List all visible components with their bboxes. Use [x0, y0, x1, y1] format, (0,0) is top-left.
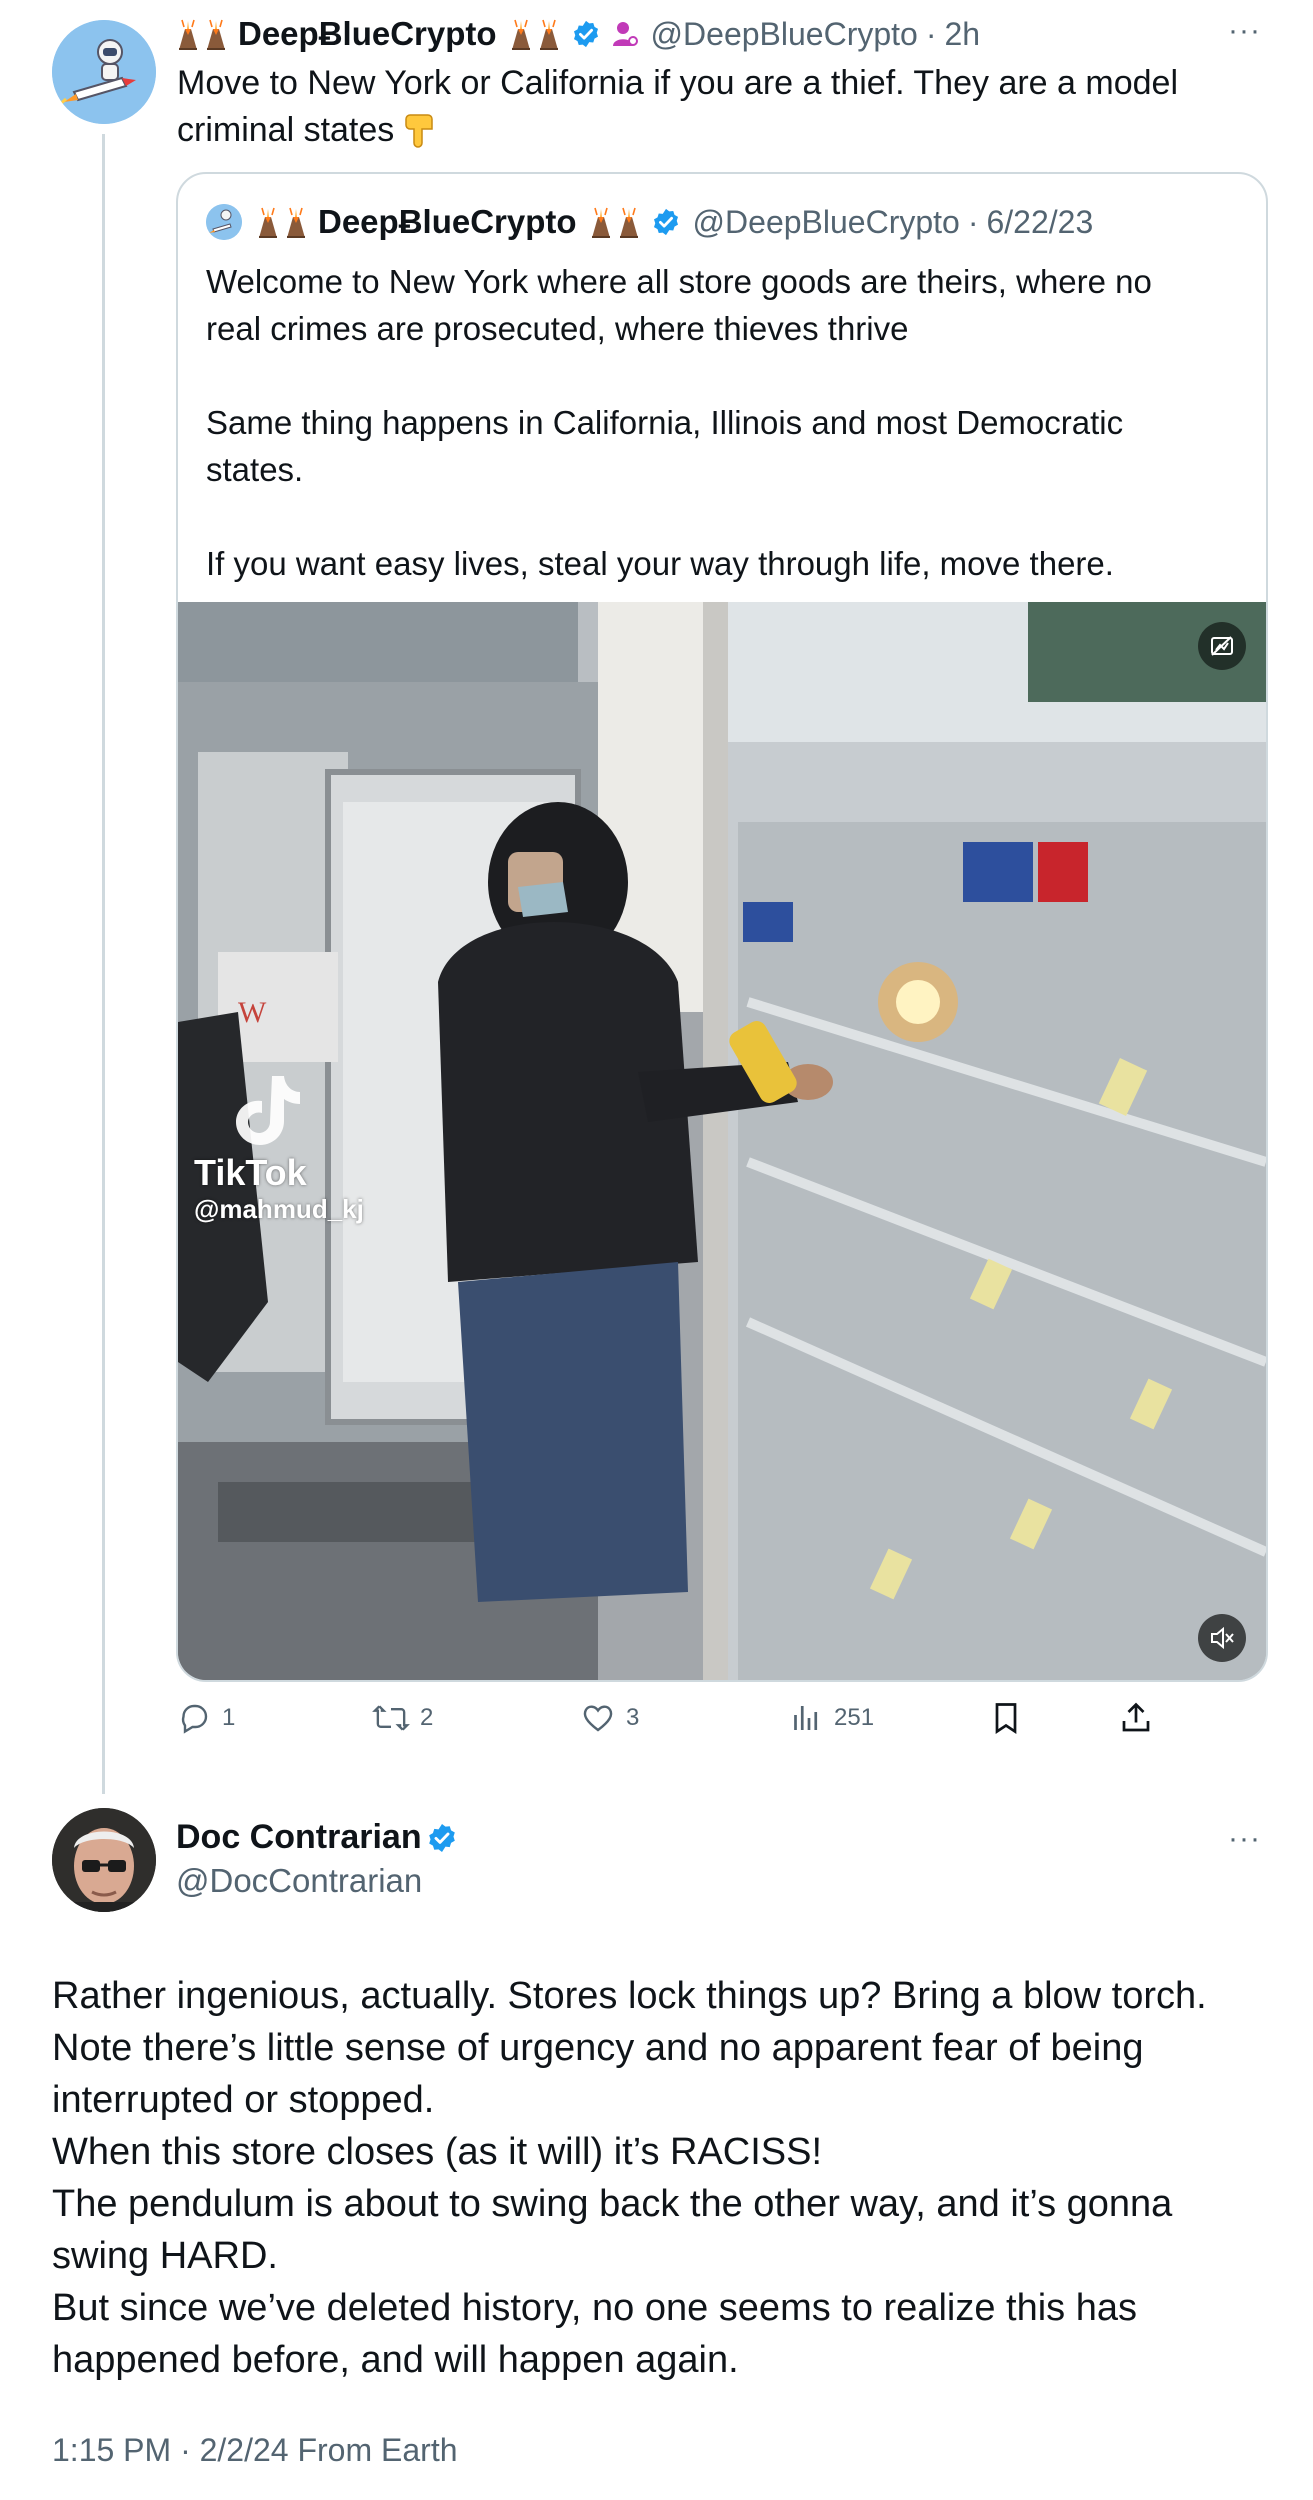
separator-dot: ·	[925, 15, 937, 52]
svg-text:W: W	[238, 996, 267, 1029]
tiktok-logo-icon	[236, 1076, 300, 1145]
volcano-icon	[617, 205, 641, 239]
volcano-icon	[256, 205, 280, 239]
tweet-timestamp[interactable]: 1:15 PM · 2/2/24 From Earth	[52, 2432, 458, 2469]
main-text-line: interrupted or stopped.	[52, 2079, 435, 2121]
quoted-avatar[interactable]	[206, 204, 242, 240]
astronaut-rocket-icon	[52, 20, 156, 124]
quoted-tweet-card[interactable]: DeepɃlueCrypto @DeepBlueCrypto · 6/22/23…	[176, 172, 1268, 1682]
main-text-line: When this store closes (as it will) it’s…	[52, 2131, 823, 2173]
volcano-icon	[176, 17, 200, 51]
quoted-text-line: Same thing happens in California, Illino…	[206, 404, 1124, 441]
volcano-icon	[204, 17, 228, 51]
reply-button[interactable]: 1	[176, 1700, 235, 1736]
more-options-icon[interactable]: ···	[1228, 14, 1261, 48]
quoted-text-line: Welcome to New York where all store good…	[206, 263, 1152, 300]
main-text-line: But since we’ve deleted history, no one …	[52, 2287, 1137, 2329]
quoted-header: DeepɃlueCrypto @DeepBlueCrypto · 6/22/23	[206, 200, 1093, 244]
thread-line	[102, 134, 105, 1794]
parent-display-name[interactable]: DeepɃlueCrypto	[238, 15, 497, 53]
bookmark-icon	[995, 1703, 1017, 1735]
quoted-display-name[interactable]: DeepɃlueCrypto	[318, 203, 577, 241]
profile-photo-icon	[52, 1808, 156, 1912]
quoted-tweet-text: Welcome to New York where all store good…	[206, 258, 1246, 587]
main-avatar[interactable]	[52, 1808, 156, 1912]
quoted-text-line: If you want easy lives, steal your way t…	[206, 545, 1114, 582]
verified-badge-icon[interactable]	[651, 207, 681, 237]
bookmark-button[interactable]	[988, 1700, 1024, 1736]
astronaut-rocket-icon	[206, 204, 242, 240]
image-options-icon[interactable]	[1198, 622, 1246, 670]
separator-dot: ·	[967, 203, 979, 240]
reply-icon	[181, 1704, 208, 1734]
main-text-line: swing HARD.	[52, 2235, 278, 2277]
like-count: 3	[626, 1704, 640, 1731]
tiktok-handle: @mahmud_kj	[194, 1194, 364, 1224]
mute-button[interactable]	[1198, 1614, 1246, 1662]
quoted-text-line: real crimes are prosecuted, where thieve…	[206, 310, 909, 347]
parent-header: DeepɃlueCrypto @DeepBlueCrypto · 2h	[176, 12, 980, 56]
verified-badge-icon[interactable]	[571, 19, 601, 49]
share-icon	[1122, 1702, 1150, 1732]
muted-speaker-icon	[1211, 1626, 1234, 1650]
more-options-icon[interactable]: ···	[1228, 1822, 1261, 1856]
repost-icon	[372, 1705, 410, 1731]
action-bar: 1 2 3 251	[176, 1700, 1176, 1750]
tiktok-brand: TikTok	[194, 1152, 307, 1193]
quoted-text-line: states.	[206, 451, 304, 488]
parent-text-line2: criminal states	[177, 111, 395, 149]
main-text-line: Rather ingenious, actually. Stores lock …	[52, 1975, 1207, 2017]
volcano-icon	[537, 17, 561, 51]
parent-tweet-text: Move to New York or California if you ar…	[177, 60, 1287, 154]
main-text-line: The pendulum is about to swing back the …	[52, 2183, 1173, 2225]
share-button[interactable]	[1118, 1700, 1154, 1736]
image-options-glyph	[1211, 636, 1233, 656]
repost-count: 2	[420, 1704, 434, 1731]
quoted-handle[interactable]: @DeepBlueCrypto	[693, 204, 960, 241]
main-name[interactable]: Doc Contrarian	[176, 1818, 422, 1857]
heart-icon	[583, 1705, 613, 1732]
volcano-icon	[284, 205, 308, 239]
volcano-icon	[509, 17, 533, 51]
video-player[interactable]: W TikTok @mahmud_kj	[178, 602, 1266, 1680]
repost-button[interactable]: 2	[372, 1700, 433, 1736]
reply-count: 1	[222, 1704, 236, 1731]
like-button[interactable]: 3	[580, 1700, 639, 1736]
parent-avatar[interactable]	[52, 20, 156, 124]
views-button[interactable]: 251	[788, 1700, 874, 1736]
pointing-down-hand-icon	[404, 114, 433, 148]
parent-time[interactable]: 2h	[944, 16, 980, 53]
main-text-line: Note there’s little sense of urgency and…	[52, 2027, 1144, 2069]
analytics-icon	[794, 1706, 818, 1730]
affiliate-person-icon	[612, 22, 638, 46]
parent-text-line: criminal states	[177, 107, 1287, 154]
verified-badge-icon[interactable]	[426, 1822, 458, 1854]
main-handle[interactable]: @DocContrarian	[176, 1862, 422, 1900]
main-text-line: happened before, and will happen again.	[52, 2339, 739, 2381]
volcano-icon	[589, 205, 613, 239]
main-tweet-text: Rather ingenious, actually. Stores lock …	[52, 1970, 1272, 2386]
parent-handle[interactable]: @DeepBlueCrypto	[651, 16, 918, 53]
quoted-date[interactable]: 6/22/23	[986, 204, 1093, 241]
views-count: 251	[834, 1704, 875, 1731]
tiktok-watermark: TikTok @mahmud_kj	[194, 1072, 414, 1225]
parent-text-line: Move to New York or California if you ar…	[177, 64, 1178, 102]
